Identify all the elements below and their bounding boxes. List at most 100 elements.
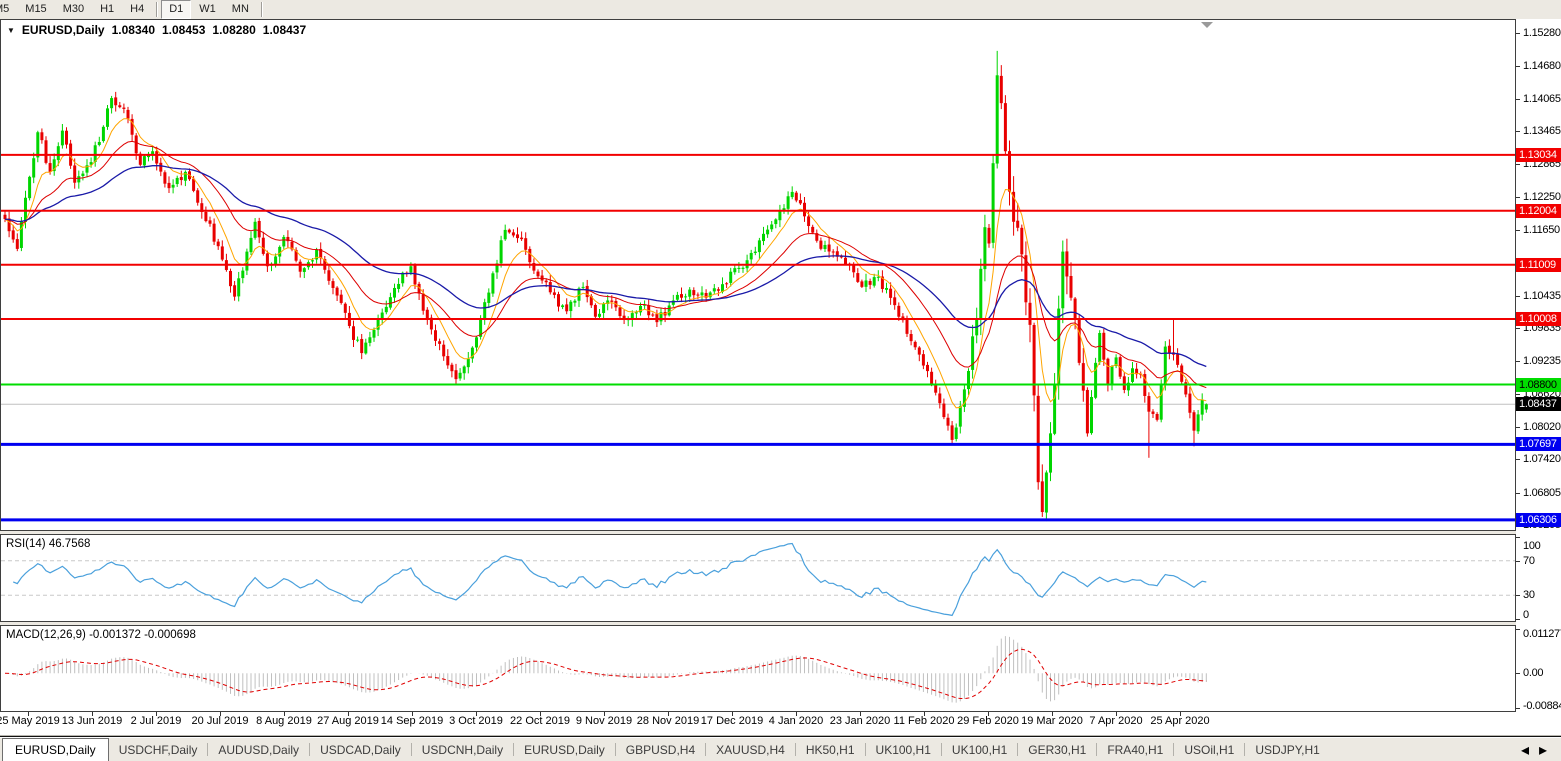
time-axis-label: 4 Jan 2020 <box>768 715 824 727</box>
chart-tab-usdchf-daily[interactable]: USDCHF,Daily <box>109 740 208 760</box>
price-tick-mark <box>1516 360 1520 362</box>
price-tick-label: 1.07420 <box>1523 453 1561 466</box>
time-axis-label: 17 Dec 2019 <box>700 715 764 727</box>
chart-tab-eurusd-daily[interactable]: EURUSD,Daily <box>2 737 109 761</box>
price-tick-mark <box>1516 131 1520 133</box>
macd-tick-label: -0.008845 <box>1523 700 1561 712</box>
time-axis-label: 19 Mar 2020 <box>1021 715 1083 727</box>
chart-tab-xauusd-h4[interactable]: XAUUSD,H4 <box>706 740 795 760</box>
price-badge-1.06306: 1.06306 <box>1516 512 1561 527</box>
time-axis-label: 25 Apr 2020 <box>1150 715 1210 727</box>
rsi-tick-mark <box>1516 560 1520 562</box>
time-axis-label: 3 Oct 2019 <box>449 715 503 727</box>
macd-tick-label: 0.011277 <box>1523 628 1561 640</box>
chart-tab-usdcad-daily[interactable]: USDCAD,Daily <box>310 740 411 760</box>
tab-scroll-right-icon[interactable]: ▸ <box>1539 740 1547 760</box>
rsi-tick-label: 0 <box>1523 609 1529 621</box>
price-tick-label: 1.09235 <box>1523 354 1561 367</box>
time-axis-label: 13 Jun 2019 <box>61 715 123 727</box>
price-tick-mark <box>1516 197 1520 199</box>
time-axis-label: 7 Apr 2020 <box>1089 715 1143 727</box>
rsi-tick-mark <box>1516 619 1520 620</box>
time-axis-label: 11 Feb 2020 <box>893 715 955 727</box>
tab-scroll-left-icon[interactable]: ◂ <box>1521 740 1529 760</box>
timeframe-button-w1[interactable]: W1 <box>191 0 224 19</box>
price-badge-1.08800: 1.08800 <box>1516 377 1561 392</box>
time-axis-label: 20 Jul 2019 <box>191 715 249 727</box>
chart-tab-usdjpy-h1[interactable]: USDJPY,H1 <box>1245 740 1329 760</box>
price-badge-1.07697: 1.07697 <box>1516 437 1561 452</box>
chart-tab-gbpusd-h4[interactable]: GBPUSD,H4 <box>616 740 705 760</box>
chart-header: ▼ EURUSD,Daily 1.08340 1.08453 1.08280 1… <box>7 23 306 37</box>
price-badge-1.13034: 1.13034 <box>1516 147 1561 162</box>
price-tick-mark <box>1516 492 1520 494</box>
ohlc-high: 1.08453 <box>162 23 206 37</box>
price-tick-label: 1.10435 <box>1523 289 1561 302</box>
timeframe-button-m5[interactable]: M5 <box>0 0 17 19</box>
price-tick-label: 1.14680 <box>1523 59 1561 72</box>
timeframe-button-m30[interactable]: M30 <box>55 0 92 19</box>
toolbar-separator <box>260 2 262 17</box>
price-badge-1.11009: 1.11009 <box>1516 257 1561 272</box>
price-tick-mark <box>1516 295 1520 297</box>
rsi-tick-label: 100 <box>1523 540 1541 552</box>
rsi-indicator-panel: RSI(14) 46.7568 <box>0 534 1516 622</box>
price-tick-mark <box>1516 229 1520 231</box>
chart-tab-hk50-h1[interactable]: HK50,H1 <box>796 740 865 760</box>
time-axis-label: 14 Sep 2019 <box>380 715 444 727</box>
chart-tab-usoil-h1[interactable]: USOil,H1 <box>1174 740 1244 760</box>
chart-tab-eurusd-daily[interactable]: EURUSD,Daily <box>514 740 615 760</box>
chart-tab-bar: EURUSD,Daily USDCHF,Daily AUDUSD,Daily USDC… <box>0 736 1561 761</box>
chart-tab-audusd-daily[interactable]: AUDUSD,Daily <box>208 740 309 760</box>
chart-shift-marker-icon[interactable] <box>1201 22 1213 28</box>
time-axis-label: 8 Aug 2019 <box>256 715 312 727</box>
timeframe-button-m15[interactable]: M15 <box>17 0 54 19</box>
price-tick-mark <box>1516 98 1520 100</box>
price-tick-label: 1.14065 <box>1523 92 1561 105</box>
timeframe-button-d1[interactable]: D1 <box>161 0 192 19</box>
price-tick-mark <box>1516 32 1520 34</box>
mt4-window: M5M15M30H1H4 D1W1MN ▼ EURUSD,Daily 1.0834… <box>0 0 1561 761</box>
time-axis-label: 23 Jan 2020 <box>829 715 891 727</box>
price-tick-label: 1.13465 <box>1523 125 1561 138</box>
time-axis-label: 9 Nov 2019 <box>575 715 633 727</box>
chart-dropdown-icon[interactable]: ▼ <box>7 26 15 35</box>
macd-label: MACD(12,26,9) -0.001372 -0.000698 <box>6 629 196 641</box>
rsi-tick-mark <box>1516 537 1520 538</box>
candles <box>3 50 1208 522</box>
timeframe-toolbar: M5M15M30H1H4 D1W1MN <box>0 0 1561 20</box>
macd-tick-mark <box>1516 708 1520 709</box>
rsi-tick-label: 70 <box>1523 554 1535 567</box>
ohlc-low: 1.08280 <box>212 23 256 37</box>
timeframe-button-mn[interactable]: MN <box>224 0 257 19</box>
chart-tab-ger30-h1[interactable]: GER30,H1 <box>1018 740 1096 760</box>
time-axis-label: 22 Oct 2019 <box>510 715 570 727</box>
macd-indicator-panel: MACD(12,26,9) -0.001372 -0.000698 <box>0 625 1516 712</box>
price-tick-mark <box>1516 163 1520 165</box>
timeframe-button-h1[interactable]: H1 <box>92 0 122 19</box>
toolbar-separator <box>156 2 158 17</box>
main-chart-canvas[interactable] <box>1 20 1515 530</box>
price-tick-label: 1.08020 <box>1523 420 1561 433</box>
time-axis[interactable]: 25 May 2019 13 Jun 2019 2 Jul 2019 20 Jul 2… <box>0 712 1561 736</box>
rsi-canvas[interactable] <box>1 535 1515 621</box>
chart-tab-usdcnh-daily[interactable]: USDCNH,Daily <box>412 740 513 760</box>
time-axis-label: 28 Nov 2019 <box>636 715 700 727</box>
time-axis-label: 25 May 2019 <box>0 715 60 727</box>
macd-tick-mark <box>1516 629 1520 630</box>
price-tick-mark <box>1516 65 1520 67</box>
price-tick-label: 1.15280 <box>1523 26 1561 39</box>
price-tick-mark <box>1516 459 1520 461</box>
chart-tab-uk100-h1[interactable]: UK100,H1 <box>866 740 941 760</box>
time-axis-label: 27 Aug 2019 <box>317 715 379 727</box>
rsi-tick-mark <box>1516 595 1520 597</box>
timeframe-button-h4[interactable]: H4 <box>122 0 152 19</box>
price-tick-label: 1.11650 <box>1523 223 1560 236</box>
rsi-line <box>12 542 1207 617</box>
chart-tab-uk100-h1[interactable]: UK100,H1 <box>942 740 1017 760</box>
macd-canvas[interactable] <box>1 626 1515 711</box>
price-tick-mark <box>1516 426 1520 428</box>
price-badge-1.08437: 1.08437 <box>1516 397 1561 412</box>
chart-tab-fra40-h1[interactable]: FRA40,H1 <box>1097 740 1173 760</box>
ohlc-open: 1.08340 <box>111 23 155 37</box>
